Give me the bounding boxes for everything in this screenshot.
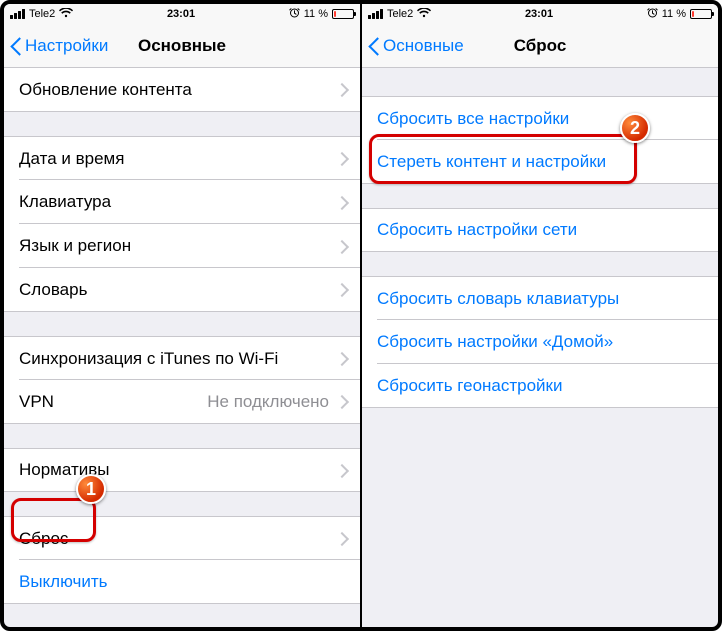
chevron-right-icon [337,83,345,96]
chevron-right-icon [337,464,345,477]
row-reset-home[interactable]: Сбросить настройки «Домой» [362,320,718,364]
row-reset-all[interactable]: Сбросить все настройки [362,96,718,140]
group-datetime: Дата и время Клавиатура Язык и регион Сл… [4,136,360,312]
group-sync: Синхронизация с iTunes по Wi-Fi VPN Не п… [4,336,360,424]
row-shutdown[interactable]: Выключить [4,560,360,604]
row-reset-network[interactable]: Сбросить настройки сети [362,208,718,252]
signal-icon [368,9,383,19]
group-reset-main: Сбросить все настройки Стереть контент и… [362,96,718,184]
alarm-icon [647,7,658,21]
phone-right: Tele2 23:01 11 % Основные Сброс [362,4,718,627]
phone-left: Tele2 23:01 11 % Настройки Основные [4,4,360,627]
nav-bar: Основные Сброс [362,24,718,68]
status-bar: Tele2 23:01 11 % [4,4,360,24]
wifi-icon [417,8,431,21]
group-regulatory: Нормативы [4,448,360,492]
battery-pct: 11 % [662,8,686,20]
row-content-update[interactable]: Обновление контента [4,68,360,112]
row-label: Обновление контента [19,80,337,100]
row-label: Клавиатура [19,192,337,212]
group-content-update: Обновление контента [4,68,360,112]
row-label: Дата и время [19,149,337,169]
row-reset[interactable]: Сброс [4,516,360,560]
chevron-right-icon [337,395,345,408]
status-left: Tele2 [10,8,73,21]
row-label: Синхронизация с iTunes по Wi-Fi [19,349,337,369]
row-itunes-wifi[interactable]: Синхронизация с iTunes по Wi-Fi [4,336,360,380]
row-label: Сбросить геонастройки [377,376,703,396]
status-bar: Tele2 23:01 11 % [362,4,718,24]
chevron-right-icon [337,532,345,545]
chevron-right-icon [337,240,345,253]
row-label: Сброс [19,529,337,549]
row-label: Сбросить словарь клавиатуры [377,289,703,309]
row-label: Сбросить настройки сети [377,220,703,240]
content: Обновление контента Дата и время Клавиат… [4,68,360,627]
row-lang-region[interactable]: Язык и регион [4,224,360,268]
battery-icon [690,9,712,19]
status-time: 23:01 [431,8,646,20]
row-label: Выключить [19,572,345,592]
status-time: 23:01 [73,8,288,20]
row-date-time[interactable]: Дата и время [4,136,360,180]
row-label: Нормативы [19,460,337,480]
row-value: Не подключено [207,392,329,412]
group-reset-network: Сбросить настройки сети [362,208,718,252]
back-label: Настройки [25,36,108,56]
chevron-right-icon [337,283,345,296]
row-label: Стереть контент и настройки [377,152,703,172]
wifi-icon [59,8,73,21]
group-reset-other: Сбросить словарь клавиатуры Сбросить нас… [362,276,718,408]
carrier-label: Tele2 [29,8,55,20]
screenshot-frame: Tele2 23:01 11 % Настройки Основные [0,0,722,631]
row-label: Словарь [19,280,337,300]
row-label: Сбросить все настройки [377,109,703,129]
row-reset-location[interactable]: Сбросить геонастройки [362,364,718,408]
chevron-right-icon [337,196,345,209]
row-label: Сбросить настройки «Домой» [377,332,703,352]
row-regulatory[interactable]: Нормативы [4,448,360,492]
row-vpn[interactable]: VPN Не подключено [4,380,360,424]
nav-bar: Настройки Основные [4,24,360,68]
row-dictionary[interactable]: Словарь [4,268,360,312]
row-reset-keyboard[interactable]: Сбросить словарь клавиатуры [362,276,718,320]
battery-icon [332,9,354,19]
carrier-label: Tele2 [387,8,413,20]
back-label: Основные [383,36,464,56]
row-keyboard[interactable]: Клавиатура [4,180,360,224]
status-right: 11 % [647,7,712,21]
row-label: VPN [19,392,207,412]
chevron-left-icon [10,36,22,56]
alarm-icon [289,7,300,21]
status-left: Tele2 [368,8,431,21]
row-erase-all[interactable]: Стереть контент и настройки [362,140,718,184]
status-right: 11 % [289,7,354,21]
group-reset: Сброс Выключить [4,516,360,604]
chevron-left-icon [368,36,380,56]
chevron-right-icon [337,352,345,365]
row-label: Язык и регион [19,236,337,256]
back-button[interactable]: Основные [368,36,464,56]
signal-icon [10,9,25,19]
content: Сбросить все настройки Стереть контент и… [362,68,718,627]
chevron-right-icon [337,152,345,165]
battery-pct: 11 % [304,8,328,20]
back-button[interactable]: Настройки [10,36,108,56]
